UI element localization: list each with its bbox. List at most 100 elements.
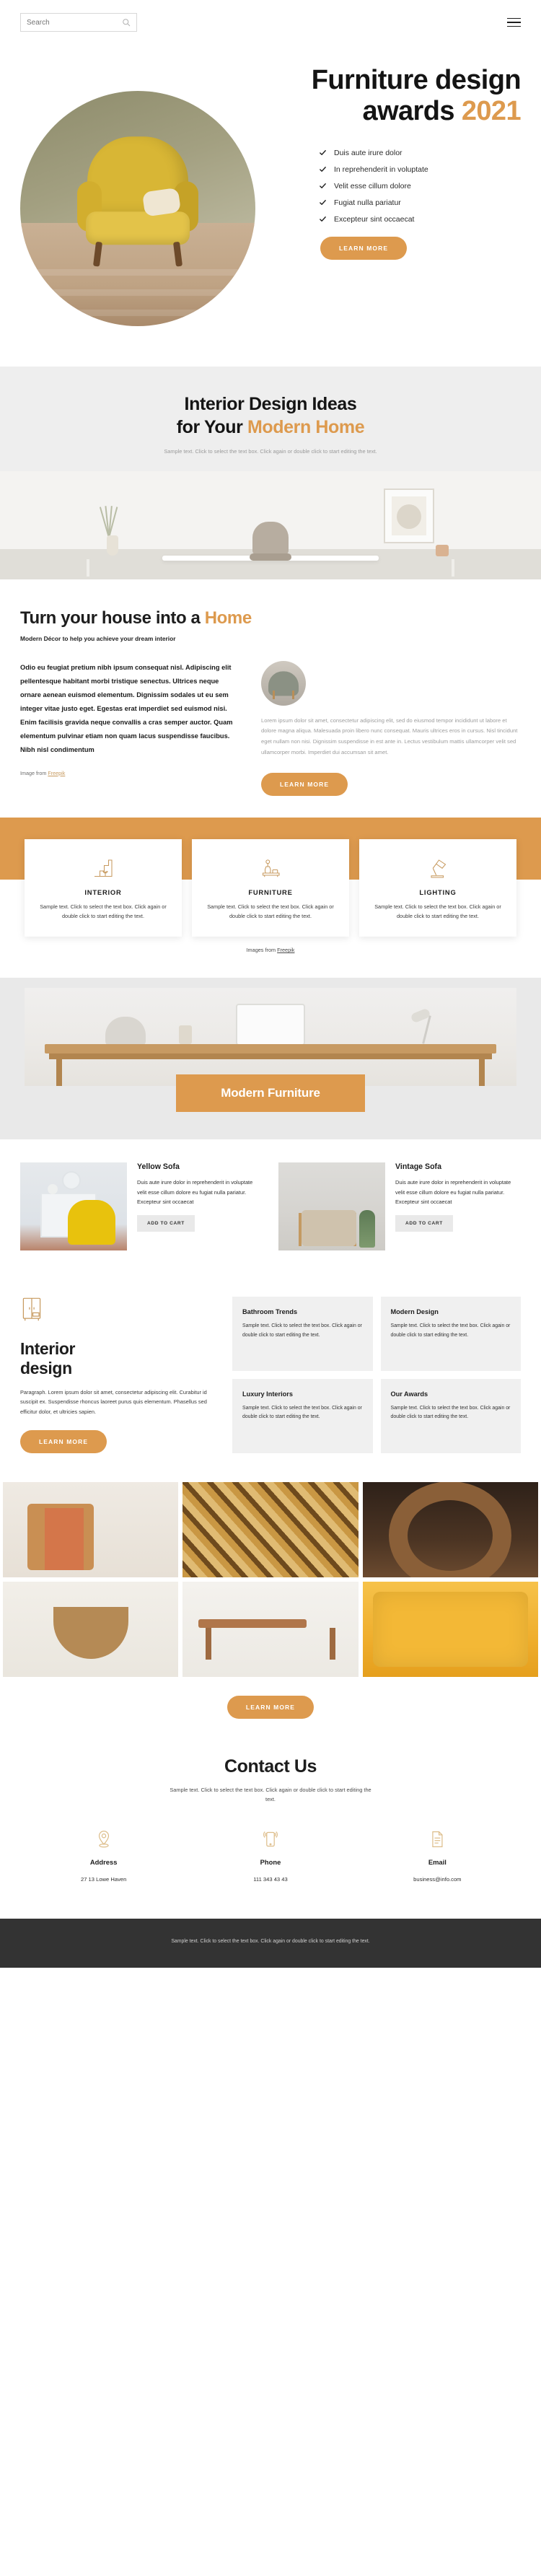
feature-card-title: FURNITURE <box>248 888 293 896</box>
images-credit: Images from Freepik <box>0 947 541 953</box>
turn-heading-accent: Home <box>204 608 252 628</box>
ideas-heading: Interior Design Ideas for Your Modern Ho… <box>0 393 541 439</box>
grid-card-modern-design[interactable]: Modern Design Sample text. Click to sele… <box>380 1297 521 1372</box>
contact-section: Contact Us Sample text. Click to select … <box>0 1745 541 1919</box>
monitor <box>236 1004 305 1046</box>
desk-lamp <box>410 1007 441 1045</box>
grid-card-title: Modern Design <box>390 1308 439 1316</box>
grid-card-text: Sample text. Click to select the text bo… <box>390 1323 511 1338</box>
turn-bold-paragraph: Odio eu feugiat pretium nibh ipsum conse… <box>20 663 233 753</box>
contact-item-label: Phone <box>260 1857 281 1866</box>
stairs-plant-icon <box>38 854 169 884</box>
feature-card-title: INTERIOR <box>84 888 122 896</box>
wardrobe-icon <box>20 1297 214 1325</box>
product-card-yellow-sofa: Yellow Sofa Duis aute irure dolor in rep… <box>20 1162 263 1251</box>
hero-image-block <box>20 49 265 326</box>
image-credit: Image from Freepik <box>20 770 237 776</box>
list-item: Velit esse cillum dolore <box>319 182 521 190</box>
list-item: Fugiat nulla pariatur <box>319 198 521 207</box>
yellow-sofa-photo <box>20 1162 127 1251</box>
hero-title-line2: awards <box>362 95 462 126</box>
hero-chair-photo <box>20 91 255 326</box>
gallery-tile-chair-with-throw[interactable] <box>3 1481 179 1577</box>
interior-design-heading: Interior design <box>20 1339 214 1377</box>
list-item-label: Fugiat nulla pariatur <box>334 198 401 207</box>
turn-heading-main: Turn your house into a <box>20 608 205 628</box>
document-icon <box>354 1826 521 1852</box>
freepik-link[interactable]: Freepik <box>48 770 65 776</box>
interior-design-intro: Interior design Paragraph. Lorem ipsum d… <box>20 1297 214 1453</box>
hero-section: Furniture design awards 2021 Duis aute i… <box>0 45 541 367</box>
vintage-sofa-photo <box>278 1162 385 1251</box>
turn-left-column: Odio eu feugiat pretium nibh ipsum conse… <box>20 661 237 796</box>
gallery-tile-yellow-cushion[interactable] <box>362 1581 538 1677</box>
product-card-vintage-sofa: Vintage Sofa Duis aute irure dolor in re… <box>278 1162 521 1251</box>
hero-learn-more-button[interactable]: LEARN MORE <box>320 236 408 260</box>
list-item: Excepteur sint occaecat <box>319 215 521 224</box>
desk-lamp-icon <box>372 854 503 884</box>
gallery-tile-rattan-bowl[interactable] <box>3 1581 179 1677</box>
grid-card-title: Luxury Interiors <box>242 1390 293 1398</box>
product-description: Duis aute irure dolor in reprehenderit i… <box>137 1179 253 1206</box>
list-item: Duis aute irure dolor <box>319 149 521 157</box>
feature-cards-section: INTERIOR Sample text. Click to select th… <box>0 817 541 978</box>
list-item: In reprehenderit in voluptate <box>319 165 521 174</box>
search-field[interactable] <box>27 18 122 27</box>
yellow-armchair-illustration <box>74 136 201 274</box>
feature-card-title: LIGHTING <box>419 888 457 896</box>
search-icon[interactable] <box>122 18 131 27</box>
check-icon <box>320 216 326 222</box>
product-description: Duis aute irure dolor in reprehenderit i… <box>395 1179 511 1206</box>
modern-furniture-section: Modern Furniture <box>0 978 541 1140</box>
footer-text: Sample text. Click to select the text bo… <box>171 1938 370 1944</box>
interior-design-learn-more-button[interactable]: LEARN MORE <box>20 1429 107 1453</box>
hero-title-line1: Furniture design <box>311 65 522 95</box>
images-credit-prefix: Images from <box>246 947 278 954</box>
room-photo <box>0 470 541 579</box>
location-pin-icon <box>20 1826 187 1852</box>
check-icon <box>320 167 326 172</box>
footer: Sample text. Click to select the text bo… <box>0 1918 541 1968</box>
dining-chair <box>248 521 293 574</box>
feature-card-text: Sample text. Click to select the text bo… <box>207 903 334 919</box>
contact-heading: Contact Us <box>224 1756 317 1777</box>
gallery-tile-wooden-bench[interactable] <box>182 1581 359 1677</box>
turn-heading: Turn your house into a Home <box>20 608 521 628</box>
vase <box>107 535 118 556</box>
desk-plant <box>179 1025 192 1045</box>
check-icon <box>320 150 326 156</box>
page-title: Furniture design awards 2021 <box>276 65 522 127</box>
ideas-heading-accent: Modern Home <box>247 417 365 437</box>
list-item-label: In reprehenderit in voluptate <box>334 165 428 174</box>
check-icon <box>320 200 326 206</box>
gallery-tile-woven-rattan[interactable] <box>362 1481 538 1577</box>
turn-light-paragraph: Lorem ipsum dolor sit amet, consectetur … <box>261 717 518 755</box>
photo-gallery <box>0 1481 541 1677</box>
list-item-label: Velit esse cillum dolore <box>334 181 411 190</box>
add-to-cart-button[interactable]: ADD TO CART <box>137 1214 195 1232</box>
products-section: Yellow Sofa Duis aute irure dolor in rep… <box>0 1139 541 1281</box>
turn-house-section: Turn your house into a Home Modern Décor… <box>0 579 541 818</box>
grid-card-bathroom-trends[interactable]: Bathroom Trends Sample text. Click to se… <box>232 1297 373 1372</box>
grid-card-luxury-interiors[interactable]: Luxury Interiors Sample text. Click to s… <box>232 1379 373 1453</box>
gallery-learn-more-button[interactable]: LEARN MORE <box>226 1695 315 1719</box>
hamburger-menu-icon[interactable] <box>507 17 521 27</box>
freepik-link[interactable]: Freepik <box>277 947 294 953</box>
product-title: Yellow Sofa <box>137 1162 180 1172</box>
turn-learn-more-button[interactable]: LEARN MORE <box>261 772 348 796</box>
grid-card-our-awards[interactable]: Our Awards Sample text. Click to select … <box>380 1379 521 1453</box>
feature-card-lighting[interactable]: LIGHTING Sample text. Click to select th… <box>359 838 516 937</box>
image-credit-prefix: Image from <box>20 769 48 776</box>
add-to-cart-button[interactable]: ADD TO CART <box>395 1214 453 1232</box>
office-chair <box>105 1017 146 1046</box>
search-input[interactable] <box>20 13 137 32</box>
contact-item-address: Address 27 13 Lowe Haven <box>20 1826 187 1883</box>
landing-page: Furniture design awards 2021 Duis aute i… <box>0 0 541 1968</box>
list-item-label: Excepteur sint occaecat <box>334 214 415 224</box>
contact-subtitle: Sample text. Click to select the text bo… <box>170 1786 371 1802</box>
feature-card-interior[interactable]: INTERIOR Sample text. Click to select th… <box>25 838 182 937</box>
feature-card-furniture[interactable]: FURNITURE Sample text. Click to select t… <box>192 838 349 937</box>
contact-item-email: Email business@info.com <box>354 1826 521 1883</box>
desk-photo <box>25 988 516 1087</box>
gallery-tile-leopard-print[interactable] <box>182 1481 359 1577</box>
